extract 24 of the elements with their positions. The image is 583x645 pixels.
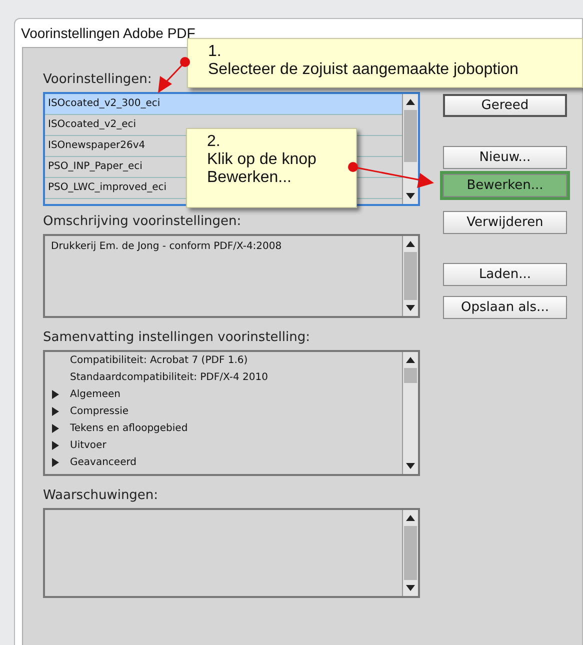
summary-line: Standaardcompatibiliteit: PDF/X-4 2010 [70,372,268,383]
summary-group[interactable]: Tekens en afloopgebied [70,423,188,434]
summary-line: Compatibiliteit: Acrobat 7 (PDF 1.6) [70,355,248,366]
description-text: Drukkerij Em. de Jong - conform PDF/X-4:2008 [50,240,283,254]
description-label: Omschrijving voorinstellingen: [43,214,242,229]
dialog-button[interactable]: Bewerken... [443,174,567,197]
callout-number: 1. [208,43,222,61]
summary-group[interactable]: Algemeen [70,389,121,400]
dialog-button[interactable]: Gereed [443,94,567,117]
warnings-label: Waarschuwingen: [43,488,160,503]
callout-text: Klik op de knop Bewerken... [207,151,318,187]
dialog-button[interactable]: Opslaan als... [443,296,567,319]
window-title: Voorinstellingen Adobe PDF [21,25,196,41]
callout-text: Selecteer de zojuist aangemaakte joboption [208,61,520,79]
dialog-button[interactable]: Nieuw... [443,146,567,169]
dialog-button[interactable]: Laden... [443,263,567,286]
callout-number: 2. [207,133,222,151]
dialog-button[interactable]: Verwijderen [443,211,567,234]
summary-group[interactable]: Compressie [70,406,129,417]
preset-item[interactable]: ISOcoated_v2_300_eci [45,94,402,115]
summary-group[interactable]: Geavanceerd [70,457,136,468]
presets-label: Voorinstellingen: [43,72,153,87]
summary-group[interactable]: Uitvoer [70,440,106,451]
summary-label: Samenvatting instellingen voorinstelling: [43,330,311,345]
